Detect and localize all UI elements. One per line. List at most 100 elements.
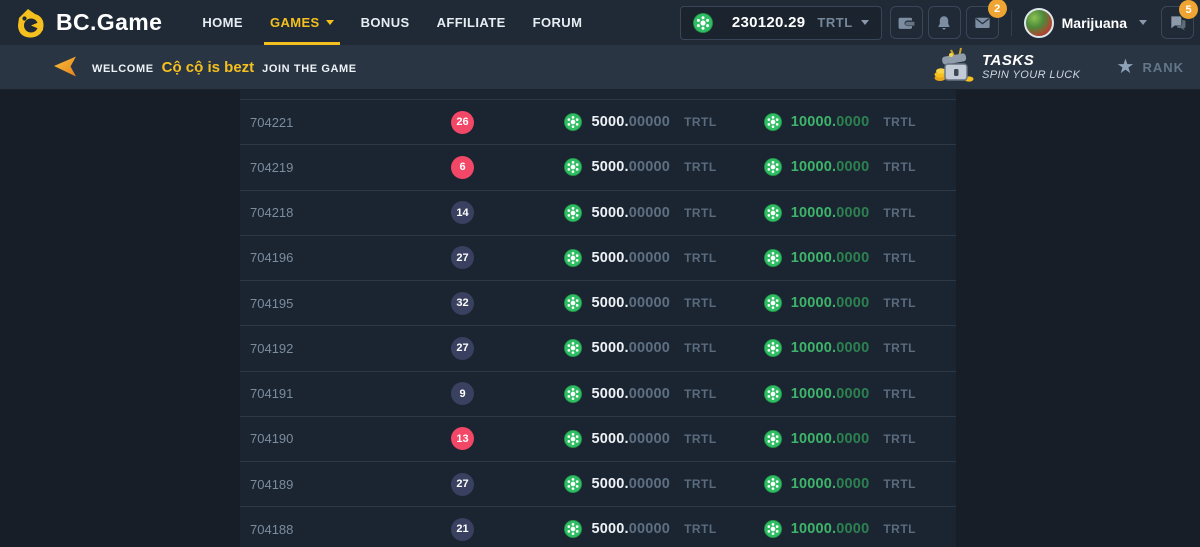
payout-amount: 10000.0000 TRTL: [764, 158, 916, 176]
chevron-down-icon: [861, 20, 869, 25]
payout-fraction: 0000: [836, 521, 869, 537]
result-number-badge: 27: [451, 473, 474, 496]
bet-fraction: 00000: [629, 159, 670, 175]
amounts-cell: 5000.00000 TRTL 10000.0000 TRTL: [564, 204, 956, 222]
result-cell: 21: [390, 518, 535, 541]
payout-value: 10000.: [791, 340, 837, 356]
nav-forum[interactable]: FORUM: [533, 0, 583, 45]
payout-amount: 10000.0000 TRTL: [764, 430, 916, 448]
table-row[interactable]: 704196 27 5000.00000 TRTL 10000.0000 TRT…: [240, 235, 956, 280]
tasks-widget[interactable]: TASKS SPIN YOUR LUCK: [930, 45, 1080, 89]
balance-currency: TRTL: [817, 15, 852, 30]
nav-affiliate[interactable]: AFFILIATE: [437, 0, 506, 45]
bet-fraction: 00000: [629, 340, 670, 356]
balance-selector[interactable]: 230120.29 TRTL: [680, 6, 882, 40]
mail-button[interactable]: 2: [966, 6, 999, 39]
payout-value: 10000.: [791, 386, 837, 402]
nav-games[interactable]: GAMES: [270, 0, 334, 45]
chevron-down-icon: [326, 20, 334, 25]
round-id: 704219: [240, 160, 390, 175]
table-row[interactable]: 704190 13 5000.00000 TRTL 10000.0000 TRT…: [240, 416, 956, 461]
payout-currency: TRTL: [883, 387, 916, 401]
result-number-badge: 26: [451, 111, 474, 134]
payout-currency: TRTL: [883, 341, 916, 355]
payout-fraction: 0000: [836, 476, 869, 492]
result-number-badge: 9: [451, 382, 474, 405]
trtl-coin-icon: [764, 113, 782, 131]
payout-value: 10000.: [791, 431, 837, 447]
table-row[interactable]: 704192 27 5000.00000 TRTL 10000.0000 TRT…: [240, 325, 956, 370]
bet-amount: 5000.00000 TRTL: [564, 430, 716, 448]
bet-value: 5000.: [591, 295, 628, 311]
payout-currency: TRTL: [883, 160, 916, 174]
payout-fraction: 0000: [836, 250, 869, 266]
table-row[interactable]: 704219 6 5000.00000 TRTL 10000.0000 TRTL: [240, 144, 956, 189]
bcgame-logo[interactable]: BC.Game: [14, 7, 162, 39]
result-number-badge: 14: [451, 201, 474, 224]
trtl-coin-icon: [764, 204, 782, 222]
notifications-button[interactable]: [928, 6, 961, 39]
trtl-coin-icon: [764, 158, 782, 176]
amounts-cell: 5000.00000 TRTL 10000.0000 TRTL: [564, 430, 956, 448]
amounts-cell: 5000.00000 TRTL 10000.0000 TRTL: [564, 113, 956, 131]
rank-widget[interactable]: ★ RANK: [1117, 45, 1185, 89]
table-row[interactable]: 704191 9 5000.00000 TRTL 10000.0000 TRTL: [240, 371, 956, 416]
bet-amount: 5000.00000 TRTL: [564, 158, 716, 176]
payout-fraction: 0000: [836, 159, 869, 175]
result-cell: 27: [390, 337, 535, 360]
top-header: BC.Game HOME GAMES BONUS AFFILIATE FORUM…: [0, 0, 1200, 45]
result-number-badge: 27: [451, 246, 474, 269]
payout-amount: 10000.0000 TRTL: [764, 385, 916, 403]
nav-bonus[interactable]: BONUS: [361, 0, 410, 45]
bet-amount: 5000.00000 TRTL: [564, 249, 716, 267]
username[interactable]: Marijuana: [1062, 15, 1127, 31]
table-row[interactable]: 704188 21 5000.00000 TRTL 10000.0000 TRT…: [240, 506, 956, 547]
trtl-coin-icon: [764, 385, 782, 403]
bet-value: 5000.: [591, 250, 628, 266]
tasks-title: TASKS: [982, 53, 1080, 69]
payout-amount: 10000.0000 TRTL: [764, 339, 916, 357]
avatar[interactable]: [1024, 8, 1054, 38]
nav-home[interactable]: HOME: [202, 0, 243, 45]
chevron-down-icon[interactable]: [1139, 20, 1147, 25]
bet-amount: 5000.00000 TRTL: [564, 294, 716, 312]
bet-value: 5000.: [591, 340, 628, 356]
trtl-coin-icon: [564, 339, 582, 357]
chat-count-badge: 5: [1179, 0, 1198, 19]
payout-value: 10000.: [791, 476, 837, 492]
round-id: 704195: [240, 296, 390, 311]
payout-fraction: 0000: [836, 340, 869, 356]
bet-value: 5000.: [591, 521, 628, 537]
result-cell: 9: [390, 382, 535, 405]
result-number-badge: 6: [451, 156, 474, 179]
wallet-button[interactable]: [890, 6, 923, 39]
rank-label: RANK: [1142, 60, 1184, 75]
trtl-coin-icon: [564, 113, 582, 131]
table-row[interactable]: 704221 26 5000.00000 TRTL 10000.0000 TRT…: [240, 99, 956, 144]
bet-amount: 5000.00000 TRTL: [564, 520, 716, 538]
bet-value: 5000.: [591, 431, 628, 447]
welcome-suffix: JOIN THE GAME: [262, 63, 357, 75]
bet-fraction: 00000: [629, 431, 670, 447]
payout-amount: 10000.0000 TRTL: [764, 520, 916, 538]
bet-value: 5000.: [591, 476, 628, 492]
tasks-subtitle: SPIN YOUR LUCK: [982, 69, 1080, 82]
table-row[interactable]: 704189 27 5000.00000 TRTL 10000.0000 TRT…: [240, 461, 956, 506]
round-id: 704218: [240, 205, 390, 220]
bet-currency: TRTL: [684, 477, 717, 491]
table-row[interactable]: 704195 32 5000.00000 TRTL 10000.0000 TRT…: [240, 280, 956, 325]
payout-fraction: 0000: [836, 114, 869, 130]
round-id: 704189: [240, 477, 390, 492]
bet-amount: 5000.00000 TRTL: [564, 475, 716, 493]
table-row[interactable]: 704218 14 5000.00000 TRTL 10000.0000 TRT…: [240, 190, 956, 235]
main-nav: HOME GAMES BONUS AFFILIATE FORUM: [202, 0, 582, 45]
payout-amount: 10000.0000 TRTL: [764, 294, 916, 312]
result-cell: 32: [390, 292, 535, 315]
amounts-cell: 5000.00000 TRTL 10000.0000 TRTL: [564, 249, 956, 267]
trtl-coin-icon: [564, 204, 582, 222]
bet-fraction: 00000: [629, 386, 670, 402]
payout-amount: 10000.0000 TRTL: [764, 249, 916, 267]
payout-value: 10000.: [791, 295, 837, 311]
chat-button[interactable]: 5: [1161, 6, 1194, 39]
result-number-badge: 27: [451, 337, 474, 360]
